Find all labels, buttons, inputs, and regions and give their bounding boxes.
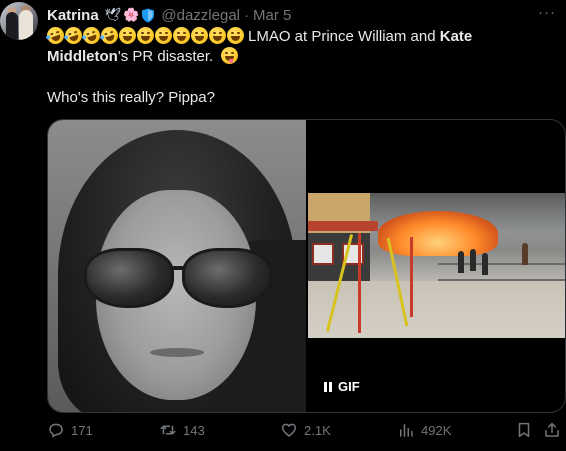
author-handle[interactable]: @dazzlegal [161, 7, 240, 24]
emoji-sequence [44, 24, 244, 47]
author-name[interactable]: Katrina [47, 7, 99, 24]
rofl-emoji-icon [80, 24, 103, 47]
views-button[interactable]: 492K [397, 421, 451, 439]
scene-ground [308, 281, 565, 338]
tweet-text-line-2: Middleton's PR disaster. [47, 47, 547, 67]
grinning-emoji-icon [227, 27, 244, 44]
reply-count: 171 [71, 422, 93, 438]
tweet-media[interactable]: GIF [47, 119, 566, 413]
scene-person [522, 243, 528, 265]
dove-icon: 🕊 [104, 7, 122, 22]
sunglasses-lens [182, 248, 272, 308]
separator-dot: · [244, 6, 249, 24]
avatar-person-body [19, 10, 33, 40]
shield-icon [142, 8, 155, 22]
like-count: 2.1K [304, 422, 331, 438]
scene-person [482, 253, 488, 275]
views-chart-icon [400, 424, 413, 437]
tweet-text-rest: 's PR disaster. [117, 48, 214, 65]
repost-button[interactable]: 143 [159, 421, 205, 439]
tweet-text-bold-kate: Kate [439, 28, 473, 45]
scene-fire [378, 211, 498, 256]
tweet-text-bold-middleton: Middleton [47, 48, 118, 65]
flower-icon: 🌸 [123, 7, 140, 22]
tweet-date[interactable]: Mar 5 [253, 7, 291, 24]
avatar-person-body [6, 12, 18, 40]
pause-icon[interactable] [324, 381, 332, 392]
grinning-emoji-icon [119, 27, 136, 44]
tweet-header: Katrina 🕊 🌸 @dazzlegal · Mar 5 [47, 5, 291, 25]
avatar[interactable] [0, 2, 38, 40]
portrait-sunglasses [78, 248, 278, 308]
media-gif-scene[interactable] [308, 193, 565, 338]
tweet-actions: 171 143 2.1K 492K [47, 421, 566, 445]
tweet[interactable]: Katrina 🕊 🌸 @dazzlegal · Mar 5 ··· LMAO … [0, 0, 566, 451]
gif-label: GIF [338, 379, 360, 394]
tweet-text-main: LMAO at Prince William and [248, 28, 440, 45]
swing-pole [410, 237, 413, 317]
tweet-question: Who's this really? Pippa? [47, 89, 215, 106]
repost-icon [160, 425, 176, 435]
rofl-emoji-icon [44, 24, 67, 47]
share-button[interactable] [543, 421, 561, 439]
grinning-emoji-icon [173, 27, 190, 44]
share-icon [545, 422, 559, 437]
rofl-emoji-icon [62, 24, 85, 47]
reply-icon [49, 423, 63, 438]
tweet-text: LMAO at Prince William and Kate Middleto… [44, 24, 547, 108]
gif-badge[interactable]: GIF [324, 379, 360, 394]
scene-house-roof [308, 221, 378, 231]
heart-icon [281, 423, 297, 437]
repost-count: 143 [183, 422, 205, 438]
reply-button[interactable]: 171 [47, 421, 93, 439]
portrait-lips [150, 348, 204, 357]
bookmark-icon [518, 422, 530, 438]
scene-window [312, 243, 334, 265]
grinning-emoji-icon [191, 27, 208, 44]
bookmark-button[interactable] [515, 421, 533, 439]
sunglasses-lens [84, 248, 174, 308]
rofl-emoji-icon [98, 24, 121, 47]
grinning-emoji-icon [209, 27, 226, 44]
views-count: 492K [421, 422, 452, 438]
swing-pole [358, 233, 361, 333]
grinning-emoji-icon [137, 27, 154, 44]
media-image-portrait[interactable] [48, 120, 306, 412]
more-options-button[interactable]: ··· [538, 4, 556, 21]
zany-face-emoji-icon [221, 47, 239, 64]
like-button[interactable]: 2.1K [280, 421, 331, 439]
author-badges: 🕊 🌸 [105, 7, 156, 23]
scene-person [470, 249, 476, 271]
scene-person [458, 251, 464, 273]
tweet-text-line-1: LMAO at Prince William and Kate [44, 24, 547, 47]
grinning-emoji-icon [155, 27, 172, 44]
